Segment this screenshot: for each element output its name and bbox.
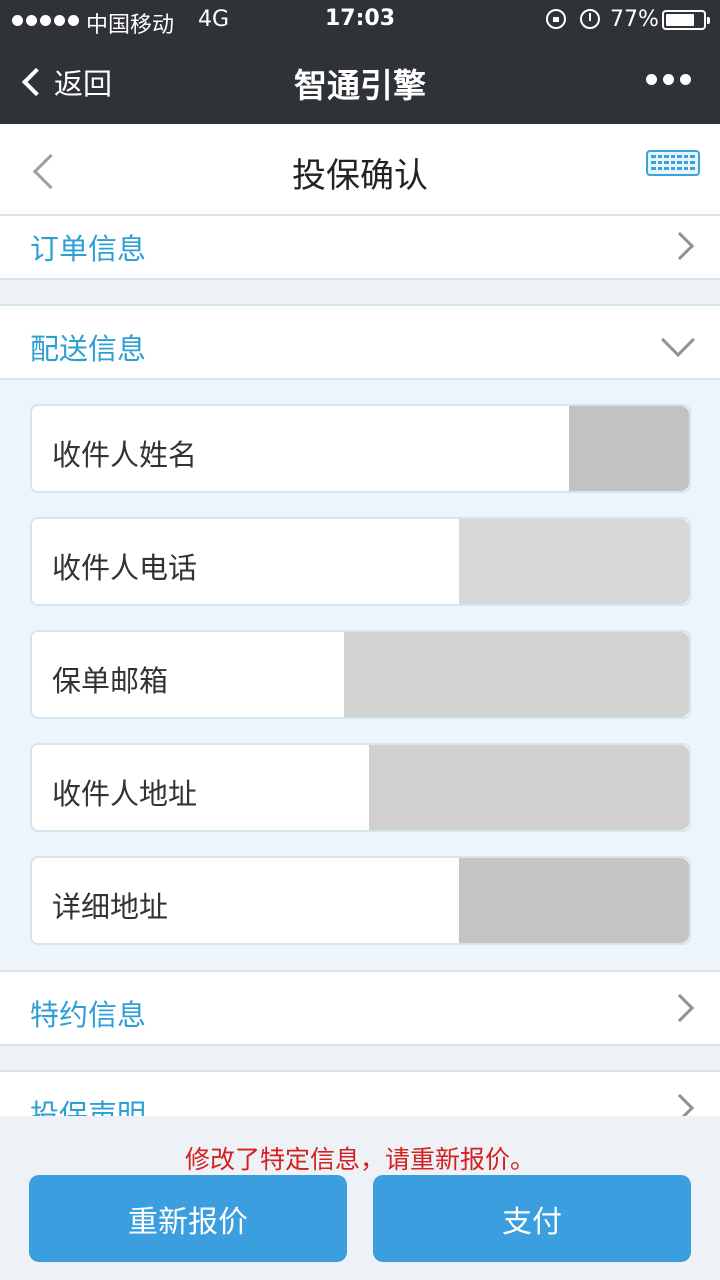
section-delivery-info[interactable]: 配送信息 (0, 304, 720, 380)
recipient-phone-field[interactable]: 收件人电话 (30, 517, 691, 606)
chevron-right-icon (665, 231, 695, 261)
chevron-down-icon (661, 323, 695, 357)
section-order-info[interactable]: 订单信息 (0, 216, 720, 280)
detail-address-field[interactable]: 详细地址 (30, 856, 691, 945)
alarm-icon (580, 9, 600, 29)
field-label: 收件人姓名 (52, 438, 198, 472)
field-value (459, 858, 689, 943)
battery-icon (662, 10, 710, 30)
section-title-special-info: 特约信息 (30, 998, 147, 1032)
section-title-order-info: 订单信息 (30, 232, 147, 266)
policy-email-field[interactable]: 保单邮箱 (30, 630, 691, 719)
nav-title: 智通引擎 (294, 66, 426, 105)
nav-bar: 返回 智通引擎 (0, 40, 720, 124)
field-label: 收件人地址 (52, 777, 198, 811)
keyboard-icon[interactable] (646, 150, 700, 176)
field-label: 详细地址 (52, 890, 169, 924)
rotation-lock-icon (546, 9, 566, 29)
pay-button[interactable]: 支付 (373, 1175, 691, 1262)
section-special-info[interactable]: 特约信息 (0, 970, 720, 1046)
field-label: 收件人电话 (52, 551, 198, 585)
section-title-delivery-info: 配送信息 (30, 332, 147, 366)
recipient-name-field[interactable]: 收件人姓名 (30, 404, 691, 493)
field-value (569, 406, 689, 491)
field-value (369, 745, 689, 830)
battery-percent: 77% (610, 7, 659, 32)
page-title: 投保确认 (292, 156, 428, 196)
requote-notice: 修改了特定信息，请重新报价。 (184, 1145, 535, 1174)
chevron-right-icon (665, 993, 695, 1023)
bottom-action-bar: 修改了特定信息，请重新报价。 重新报价 支付 (0, 1116, 720, 1280)
requote-button[interactable]: 重新报价 (29, 1175, 347, 1262)
field-value (459, 519, 689, 604)
field-label: 保单邮箱 (52, 664, 169, 698)
field-value (344, 632, 689, 717)
recipient-address-field[interactable]: 收件人地址 (30, 743, 691, 832)
status-bar: 中国移动 4G 17:03 77% (0, 0, 720, 40)
more-dots-icon[interactable] (646, 74, 691, 85)
battery-fill (666, 14, 694, 26)
page-header: 投保确认 (0, 124, 720, 216)
